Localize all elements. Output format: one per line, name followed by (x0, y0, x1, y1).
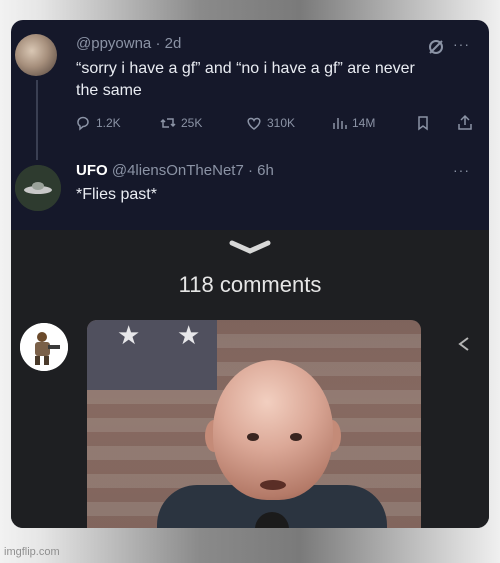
user-avatar[interactable] (15, 34, 57, 76)
mouth (260, 480, 286, 490)
tweet-text-line2: the same (76, 82, 142, 99)
share-up-icon[interactable] (457, 114, 473, 131)
comments-title: 118 comments (178, 272, 322, 297)
share-icon[interactable] (456, 335, 472, 353)
views-count: 14M (352, 116, 376, 130)
head (213, 360, 333, 500)
heart-icon (247, 117, 261, 130)
like-button[interactable]: 310K (246, 115, 295, 131)
retweet-button[interactable]: 25K (160, 115, 202, 131)
eye (290, 433, 302, 441)
tweet2-header: UFO @4liensOnTheNet7 · 6h (76, 162, 274, 179)
retweet-count: 25K (181, 116, 203, 130)
comments-panel: 118 comments ★ ★ (11, 230, 489, 528)
tweet-text-line1: “sorry i have a gf” and “no i have a gf”… (76, 60, 415, 77)
tweet-header: @ppyowna · 2d (76, 35, 181, 52)
thread-line (36, 80, 38, 160)
eye (247, 433, 259, 441)
screenshot-frame: @ppyowna · 2d ··· “sorry i have a gf” an… (11, 20, 489, 528)
tweet2-name[interactable]: UFO (76, 162, 108, 179)
tweet2-handle[interactable]: @4liensOnTheNet7 (112, 162, 244, 179)
ufo-icon (15, 165, 61, 211)
reply-icon (77, 116, 89, 131)
commenter-avatar[interactable] (20, 323, 68, 371)
comment-media-image[interactable]: ★ ★ (87, 320, 421, 528)
tweet-handle[interactable]: @ppyowna (76, 35, 151, 52)
more-options-icon-2[interactable]: ··· (453, 162, 470, 178)
bookmark-icon[interactable] (415, 115, 431, 131)
tweet-time: · 2d (155, 35, 182, 52)
retweet-icon (160, 118, 176, 128)
chevron-down-icon[interactable] (228, 238, 272, 256)
more-options-icon[interactable]: ··· (453, 36, 470, 52)
tweet-text: “sorry i have a gf” and “no i have a gf”… (76, 58, 415, 102)
ufo-avatar[interactable] (15, 165, 61, 211)
tweet2-time: · 6h (247, 162, 274, 179)
character-icon (20, 323, 68, 371)
watermark: imgflip.com (4, 546, 60, 558)
star-icon: ★ (117, 320, 141, 350)
star-icon: ★ (177, 320, 201, 350)
reply-button[interactable]: 1.2K (75, 115, 121, 131)
reply-count: 1.2K (96, 116, 121, 130)
views-button[interactable]: 14M (331, 115, 375, 131)
grok-icon[interactable] (427, 38, 445, 56)
views-icon (333, 118, 347, 129)
like-count: 310K (267, 116, 296, 130)
tweet2-text: *Flies past* (76, 186, 157, 203)
